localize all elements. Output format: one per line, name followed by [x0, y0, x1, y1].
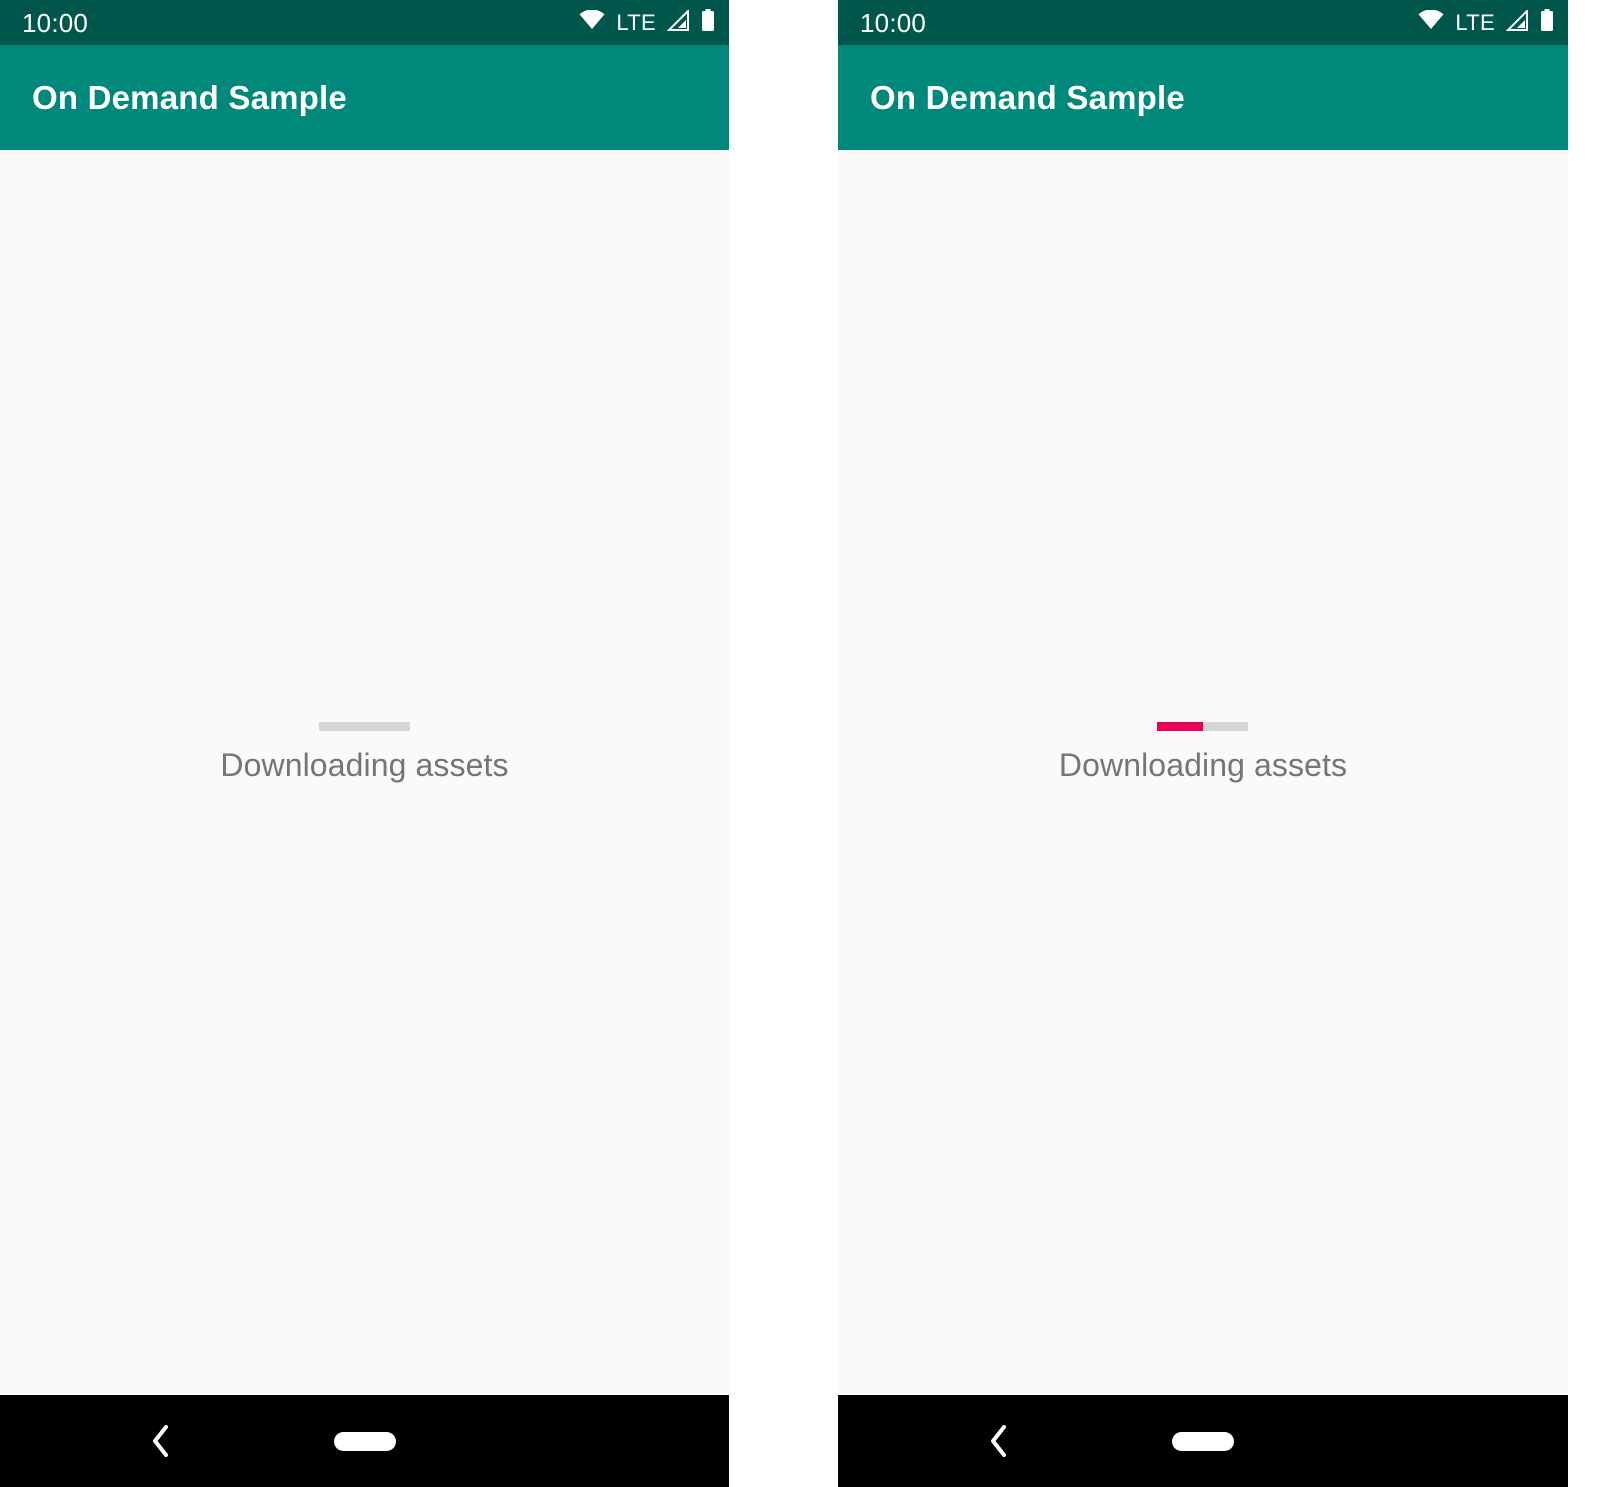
status-icon-group: LTE — [579, 8, 715, 37]
download-progress-bar — [1157, 721, 1249, 731]
status-bar: 10:00 LTE — [0, 0, 729, 45]
download-progress-fill — [1157, 721, 1203, 731]
phone-screen-right: 10:00 LTE On Demand Sample Downloading a… — [838, 0, 1568, 1487]
system-navigation-bar — [0, 1395, 729, 1487]
phone-screen-left: 10:00 LTE On Demand Sample Downloading a… — [0, 0, 729, 1487]
lte-label: LTE — [1455, 9, 1495, 35]
download-status-text: Downloading assets — [220, 746, 509, 783]
app-bar: On Demand Sample — [0, 45, 729, 150]
cellular-signal-icon — [666, 8, 690, 36]
wifi-icon — [579, 9, 605, 35]
page-title: On Demand Sample — [32, 78, 347, 116]
status-bar: 10:00 LTE — [838, 0, 1568, 45]
status-clock: 10:00 — [860, 7, 927, 38]
battery-icon — [701, 8, 715, 37]
system-navigation-bar — [838, 1395, 1568, 1487]
download-status-text: Downloading assets — [1058, 746, 1348, 783]
screenshot-stage: 10:00 LTE On Demand Sample Downloading a… — [0, 0, 1600, 1487]
battery-icon — [1540, 8, 1554, 37]
download-progress-bar — [318, 721, 410, 731]
main-content: Downloading assets — [0, 150, 729, 1395]
download-status-block: Downloading assets — [220, 721, 509, 784]
lte-label: LTE — [616, 9, 656, 35]
cellular-signal-icon — [1505, 8, 1529, 36]
home-indicator-pill[interactable] — [1172, 1431, 1234, 1451]
back-button-icon[interactable] — [977, 1419, 1021, 1463]
wifi-icon — [1418, 9, 1444, 35]
page-title: On Demand Sample — [870, 78, 1185, 116]
download-status-block: Downloading assets — [1058, 721, 1348, 784]
status-clock: 10:00 — [22, 7, 89, 38]
status-icon-group: LTE — [1418, 8, 1554, 37]
home-indicator-pill[interactable] — [333, 1431, 396, 1451]
back-button-icon[interactable] — [139, 1419, 183, 1463]
main-content: Downloading assets — [838, 150, 1568, 1395]
app-bar: On Demand Sample — [838, 45, 1568, 150]
